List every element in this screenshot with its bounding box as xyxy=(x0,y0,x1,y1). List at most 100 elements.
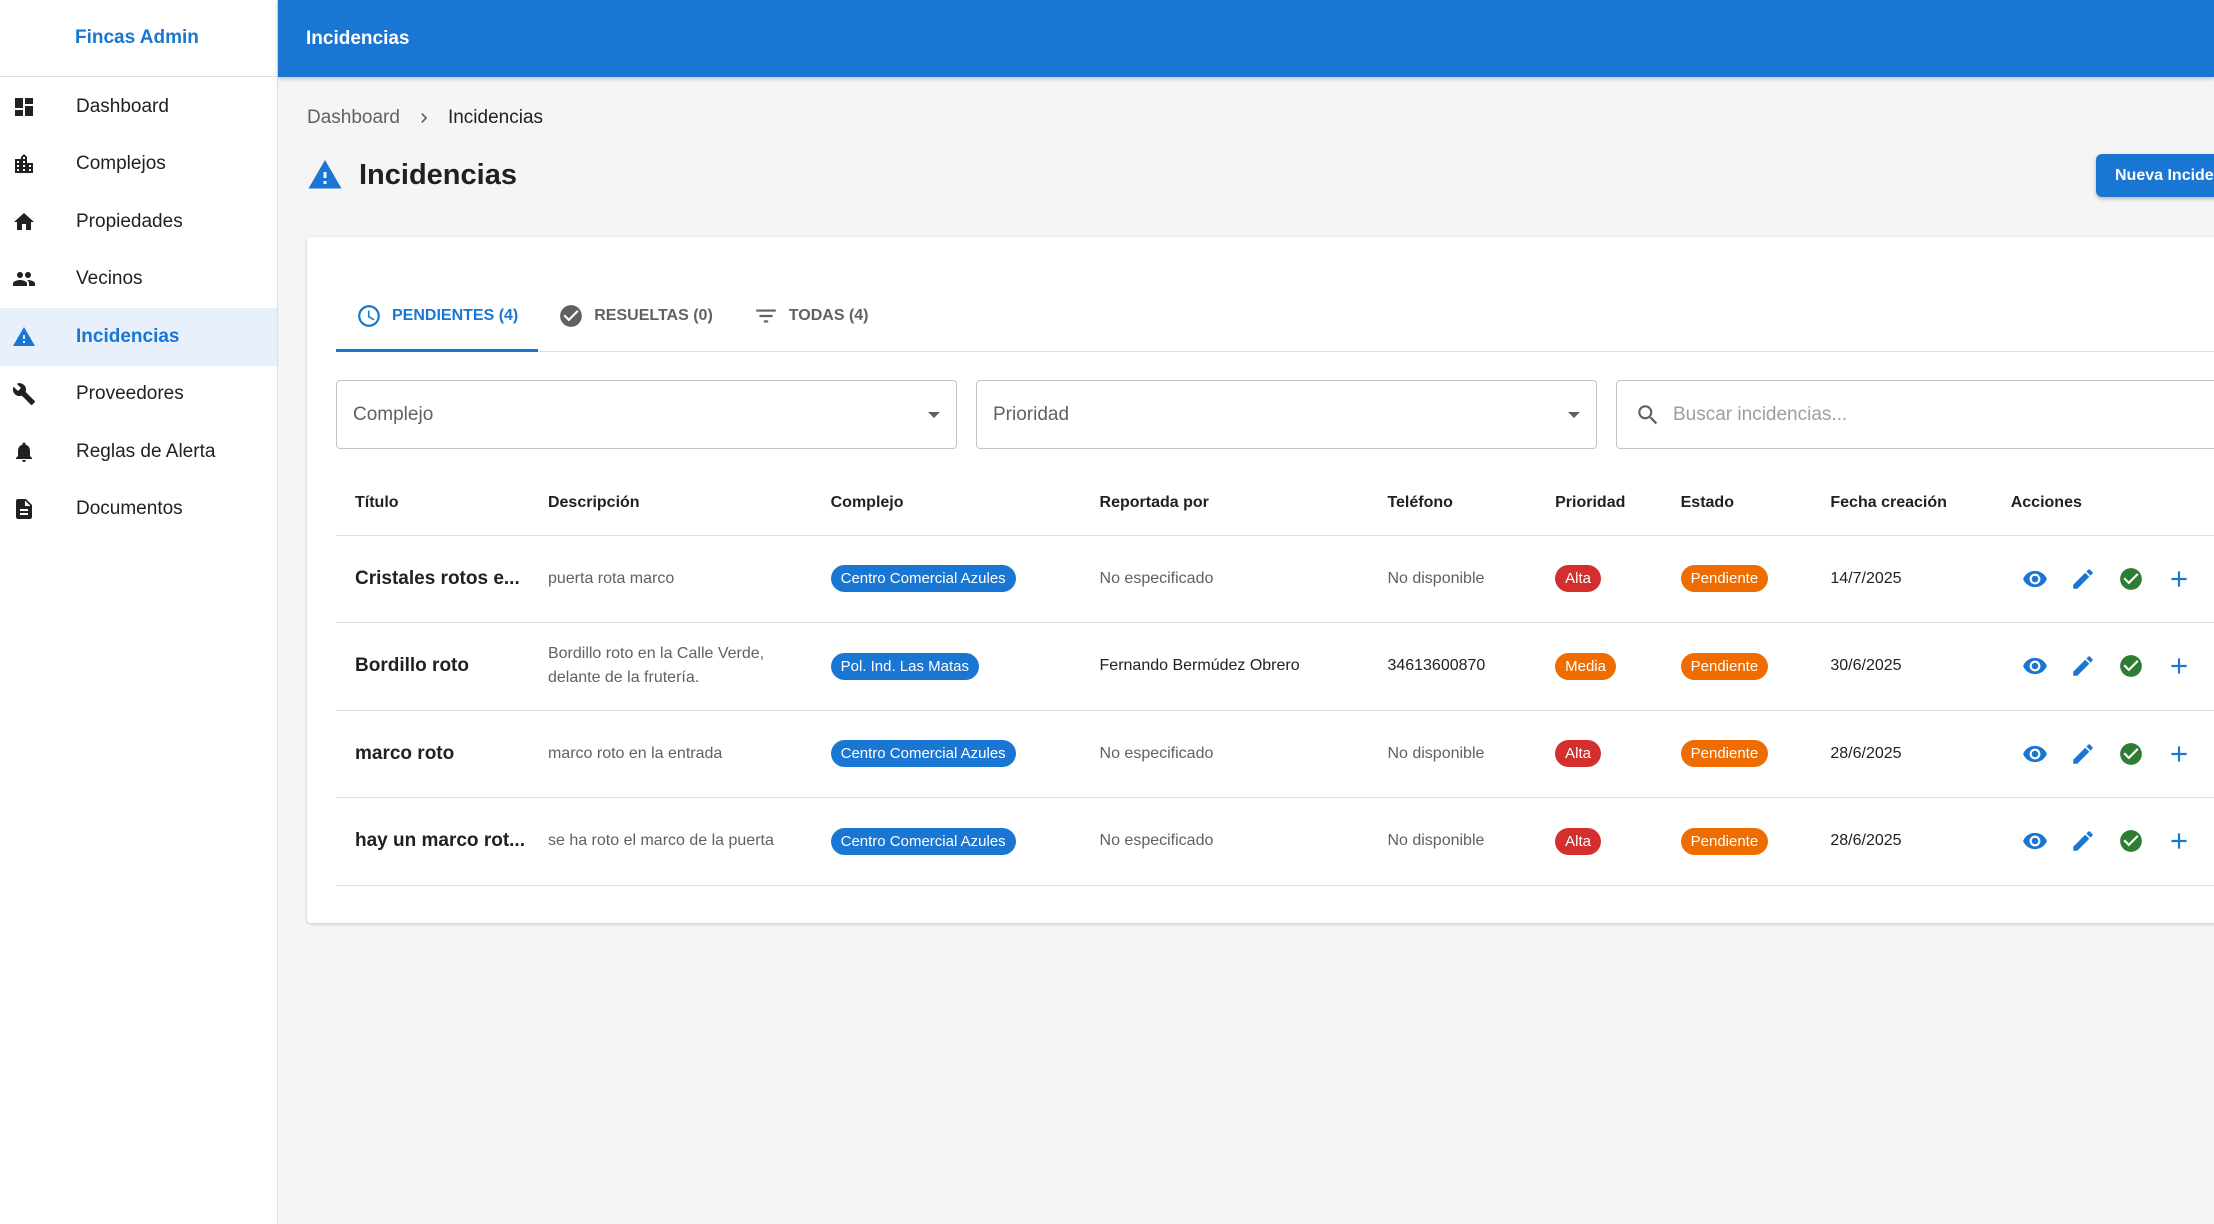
main-content: Dashboard Incidencias Incidencias Nueva … xyxy=(278,77,2214,1224)
priority-badge: Alta xyxy=(1555,740,1601,768)
sidebar-item-incidencias[interactable]: Incidencias xyxy=(0,308,277,366)
cell-acciones xyxy=(2010,797,2214,886)
wrench-icon xyxy=(12,382,36,406)
filters-bar: Complejo Prioridad xyxy=(336,380,2214,449)
page-title-text: Incidencias xyxy=(359,158,517,191)
delete-icon[interactable] xyxy=(2203,734,2214,774)
edit-icon[interactable] xyxy=(2059,821,2107,861)
cell-fecha: 28/6/2025 xyxy=(1830,797,2011,886)
resolve-check-icon[interactable] xyxy=(2107,821,2155,861)
status-badge: Pendiente xyxy=(1680,827,1769,855)
add-icon[interactable] xyxy=(2155,734,2203,774)
priority-badge: Alta xyxy=(1555,565,1601,593)
row-actions xyxy=(2011,734,2214,774)
incidencias-table: Título Descripción Complejo Reportada po… xyxy=(336,471,2214,886)
header-prioridad: Prioridad xyxy=(1555,471,1681,536)
edit-icon[interactable] xyxy=(2059,559,2107,599)
resolve-check-icon[interactable] xyxy=(2107,734,2155,774)
breadcrumb-current: Incidencias xyxy=(447,107,544,128)
cell-fecha: 28/6/2025 xyxy=(1830,710,2011,798)
check-circle-icon xyxy=(558,303,584,329)
sidebar-item-label: Complejos xyxy=(76,153,166,175)
edit-icon[interactable] xyxy=(2059,734,2107,774)
caret-down-icon xyxy=(928,411,940,418)
tab-resueltas[interactable]: RESUELTAS (0) xyxy=(538,282,733,350)
complejo-chip: Centro Comercial Azules xyxy=(830,827,1016,855)
tab-label: RESUELTAS (0) xyxy=(594,307,713,324)
sidebar-item-documentos[interactable]: Documentos xyxy=(0,481,277,539)
sidebar-item-label: Incidencias xyxy=(76,325,180,347)
view-icon[interactable] xyxy=(2011,559,2059,599)
cell-fecha: 14/7/2025 xyxy=(1830,535,2011,623)
new-incidence-button[interactable]: Nueva Incidencia xyxy=(2096,154,2214,197)
cell-acciones xyxy=(2010,710,2214,798)
cell-complejo: Centro Comercial Azules xyxy=(830,710,1100,798)
app-bar-title: Incidencias xyxy=(306,27,410,49)
building-icon xyxy=(12,152,36,176)
cell-descripcion: puerta rota marco xyxy=(547,535,831,623)
cell-prioridad: Alta xyxy=(1555,535,1681,623)
cell-estado: Pendiente xyxy=(1680,622,1831,711)
cell-titulo: Cristales rotos e... xyxy=(336,535,548,623)
cell-telefono: No disponible xyxy=(1387,797,1556,886)
tab-bar: PENDIENTES (4) RESUELTAS (0) TODAS (4) xyxy=(336,282,2214,352)
cell-estado: Pendiente xyxy=(1680,710,1831,798)
header-reportada: Reportada por xyxy=(1099,471,1388,536)
caret-down-icon xyxy=(1568,411,1580,418)
tab-pendientes[interactable]: PENDIENTES (4) xyxy=(336,282,539,352)
sidebar-item-dashboard[interactable]: Dashboard xyxy=(0,78,277,136)
sidebar-item-proveedores[interactable]: Proveedores xyxy=(0,366,277,424)
brand-title: Fincas Admin xyxy=(0,0,277,77)
sidebar-item-vecinos[interactable]: Vecinos xyxy=(0,251,277,309)
resolve-check-icon[interactable] xyxy=(2107,559,2155,599)
view-icon[interactable] xyxy=(2011,646,2059,686)
row-actions xyxy=(2011,646,2214,686)
delete-icon[interactable] xyxy=(2203,646,2214,686)
cell-prioridad: Alta xyxy=(1555,710,1681,798)
cell-complejo: Centro Comercial Azules xyxy=(830,535,1100,623)
table-row: Cristales rotos e... puerta rota marco C… xyxy=(336,535,2214,623)
add-icon[interactable] xyxy=(2155,559,2203,599)
cell-complejo: Pol. Ind. Las Matas xyxy=(830,622,1100,711)
warning-icon xyxy=(307,157,343,193)
view-icon[interactable] xyxy=(2011,821,2059,861)
search-input[interactable] xyxy=(1673,403,2173,426)
sidebar-item-label: Dashboard xyxy=(76,95,169,117)
prioridad-select[interactable]: Prioridad xyxy=(976,380,1597,449)
table-row: Bordillo roto Bordillo roto en la Calle … xyxy=(336,622,2214,711)
table-row: hay un marco rot... se ha roto el marco … xyxy=(336,797,2214,886)
breadcrumb-home-link[interactable]: Dashboard xyxy=(307,107,400,129)
view-icon[interactable] xyxy=(2011,734,2059,774)
add-icon[interactable] xyxy=(2155,821,2203,861)
chevron-right-icon xyxy=(414,108,434,128)
cell-prioridad: Media xyxy=(1555,622,1681,711)
status-badge: Pendiente xyxy=(1680,740,1769,768)
sidebar-nav: Dashboard Complejos Propiedades Vecinos … xyxy=(0,77,277,538)
search-icon xyxy=(1635,402,1661,428)
sidebar-item-reglas[interactable]: Reglas de Alerta xyxy=(0,423,277,481)
delete-icon[interactable] xyxy=(2203,821,2214,861)
cell-estado: Pendiente xyxy=(1680,797,1831,886)
search-field xyxy=(1616,380,2214,449)
add-icon[interactable] xyxy=(2155,646,2203,686)
dashboard-icon xyxy=(12,95,36,119)
cell-telefono: No disponible xyxy=(1387,535,1556,623)
tab-todas[interactable]: TODAS (4) xyxy=(733,282,889,350)
cell-complejo: Centro Comercial Azules xyxy=(830,797,1100,886)
cell-descripcion: se ha roto el marco de la puerta xyxy=(547,797,831,886)
cell-telefono: No disponible xyxy=(1387,710,1556,798)
row-actions xyxy=(2011,559,2214,599)
tab-label: PENDIENTES (4) xyxy=(392,306,519,324)
bell-icon xyxy=(12,440,36,464)
delete-icon[interactable] xyxy=(2203,559,2214,599)
sidebar-item-complejos[interactable]: Complejos xyxy=(0,136,277,194)
complejo-chip: Centro Comercial Azules xyxy=(830,740,1016,768)
resolve-check-icon[interactable] xyxy=(2107,646,2155,686)
complejo-select[interactable]: Complejo xyxy=(336,380,957,449)
app-bar: Incidencias xyxy=(278,0,2214,77)
breadcrumb: Dashboard Incidencias xyxy=(307,107,543,129)
header-acciones: Acciones xyxy=(2010,471,2214,536)
cell-estado: Pendiente xyxy=(1680,535,1831,623)
sidebar-item-propiedades[interactable]: Propiedades xyxy=(0,193,277,251)
edit-icon[interactable] xyxy=(2059,646,2107,686)
